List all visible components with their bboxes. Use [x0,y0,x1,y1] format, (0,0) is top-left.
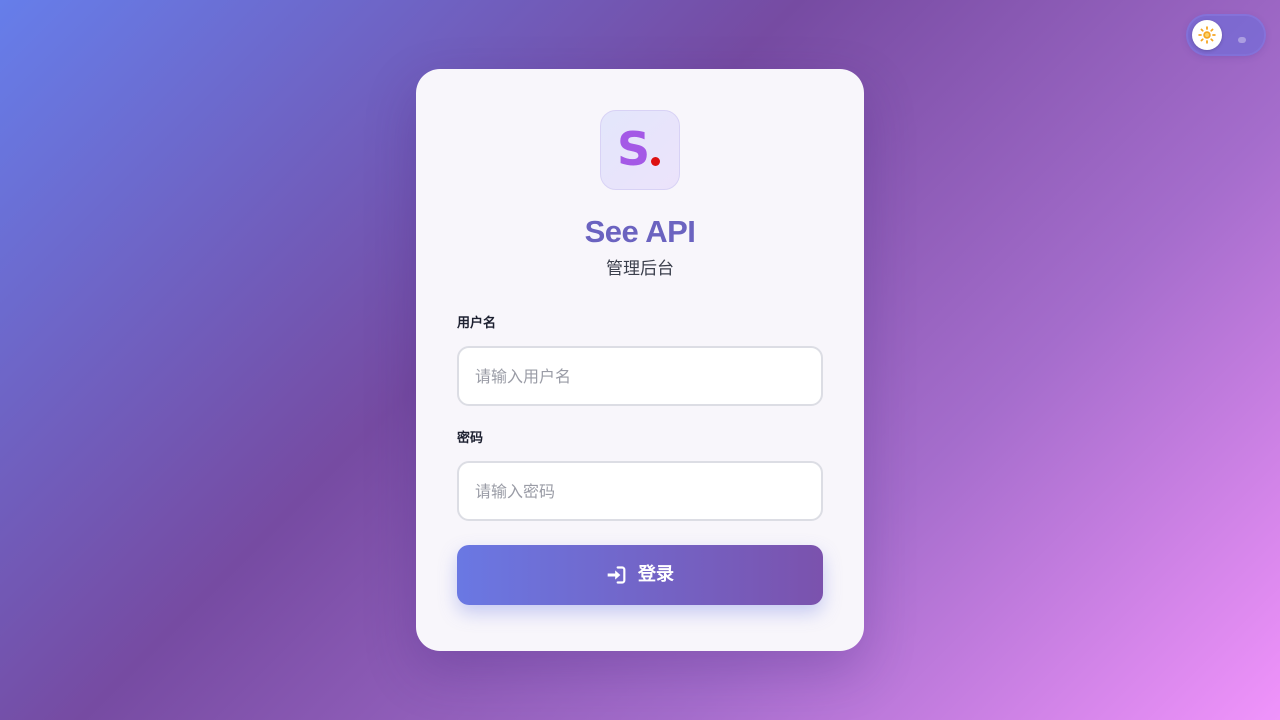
password-label: 密码 [457,431,484,446]
login-card: S See API 管理后台 用户名 密码 登录 [416,69,864,651]
theme-toggle[interactable] [1188,16,1264,54]
toggle-track-dot [1238,37,1246,43]
logo: S [600,110,680,190]
login-button[interactable]: 登录 [457,545,823,605]
logo-dot [651,157,660,166]
logo-letter: S [617,122,651,176]
app-subtitle: 管理后台 [606,259,674,279]
sun-icon [1198,26,1216,44]
password-input[interactable] [457,461,823,521]
app-title: See API [584,214,696,249]
login-button-label: 登录 [638,564,674,585]
sign-in-icon [607,566,626,584]
username-input[interactable] [457,346,823,406]
toggle-knob [1192,20,1222,50]
username-label: 用户名 [457,316,497,331]
